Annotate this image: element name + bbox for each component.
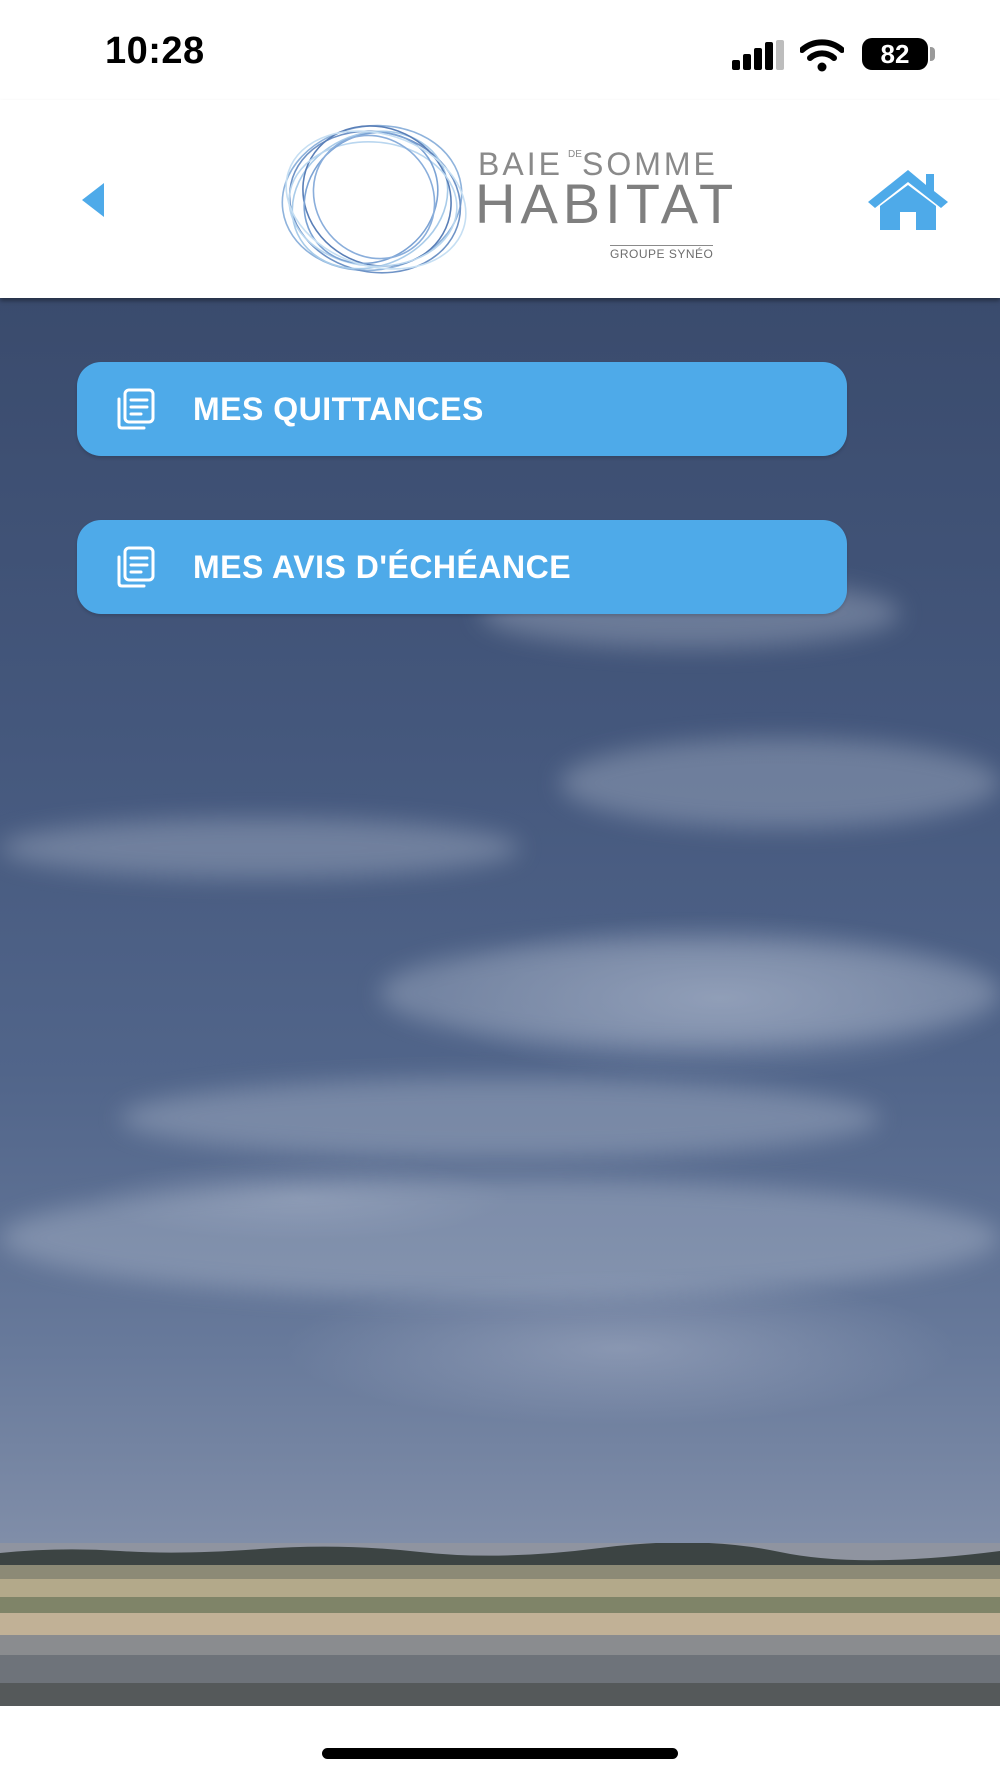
status-time: 10:28 xyxy=(105,30,205,72)
status-bar: 10:28 82 xyxy=(0,0,1000,100)
battery-icon: 82 xyxy=(862,38,928,70)
app-header: BAIE DE SOMME HABITAT GROUPE SYNÉO xyxy=(0,100,1000,298)
home-indicator[interactable] xyxy=(322,1748,678,1759)
cloud xyxy=(120,1078,880,1158)
cloud xyxy=(560,738,1000,828)
logo-text-habitat: HABITAT xyxy=(475,172,739,235)
document-stack-icon xyxy=(117,546,155,588)
mes-quittances-button[interactable]: MES QUITTANCES xyxy=(77,362,847,456)
logo-rings-icon xyxy=(281,124,467,274)
background-photo xyxy=(0,298,1000,1706)
back-button[interactable] xyxy=(68,175,118,225)
cloud xyxy=(380,938,1000,1048)
cloud xyxy=(0,1178,1000,1298)
chevron-left-icon xyxy=(82,183,104,217)
mes-avis-echeance-label: MES AVIS D'ÉCHÉANCE xyxy=(193,548,572,585)
mes-avis-echeance-button[interactable]: MES AVIS D'ÉCHÉANCE xyxy=(77,520,847,614)
battery-tip xyxy=(930,47,935,61)
home-icon[interactable] xyxy=(866,166,950,232)
wifi-icon xyxy=(800,39,844,72)
logo-text-de: DE xyxy=(568,149,582,160)
landscape xyxy=(0,1543,1000,1706)
mes-quittances-label: MES QUITTANCES xyxy=(193,390,484,427)
battery-level: 82 xyxy=(880,38,910,69)
app-screen: 10:28 82 BAIE DE SOMME HABITAT GROUPE SY… xyxy=(0,0,1000,1778)
signal-icon xyxy=(732,40,784,70)
brand-logo: BAIE DE SOMME HABITAT GROUPE SYNÉO xyxy=(275,118,735,283)
cloud xyxy=(0,818,520,878)
document-stack-icon xyxy=(117,388,155,430)
logo-text-groupe: GROUPE SYNÉO xyxy=(610,245,714,261)
